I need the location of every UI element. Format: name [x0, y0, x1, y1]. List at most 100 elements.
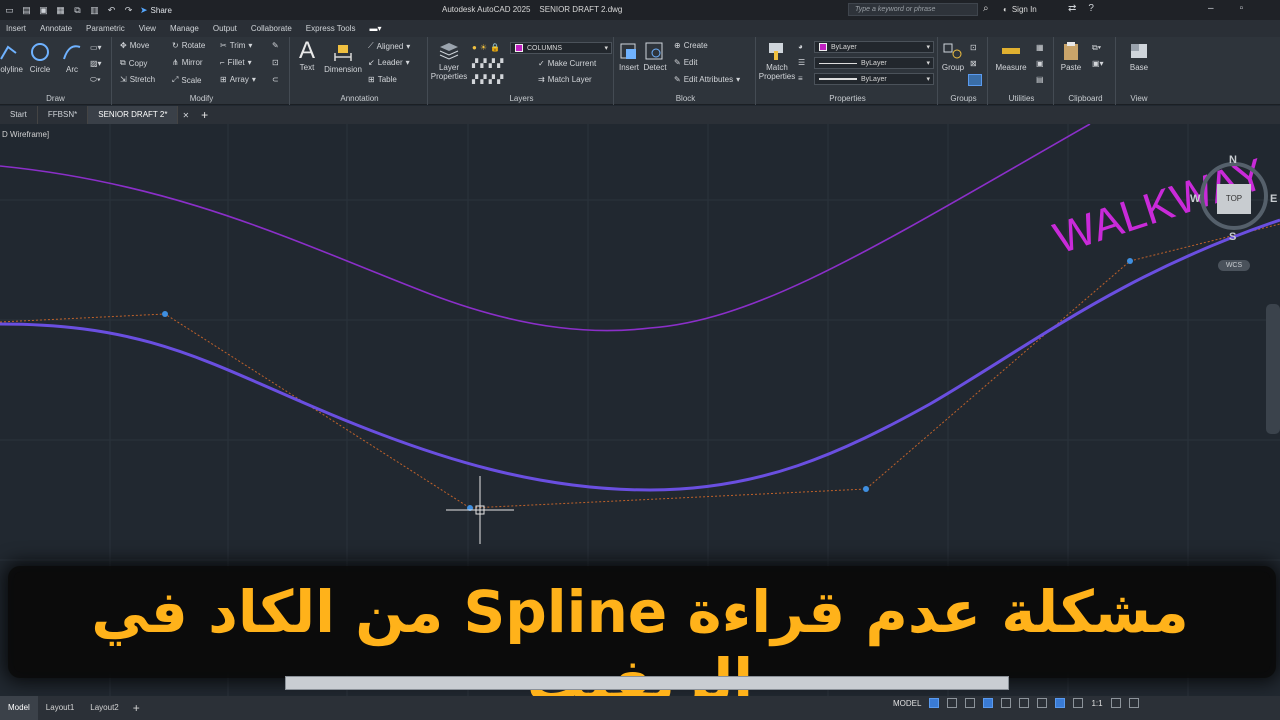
polar-toggle-icon[interactable] [983, 698, 994, 708]
match-layer-button[interactable]: ⇉ Match Layer [538, 75, 592, 84]
spline-grip[interactable] [162, 311, 168, 317]
group-selection-toggle[interactable] [968, 74, 982, 86]
groups-panel-title[interactable]: Groups [940, 94, 987, 103]
aligned-dimension-button[interactable]: ⟋ Aligned ▾ [368, 41, 410, 51]
group-edit-icon[interactable]: ⊠ [970, 59, 977, 68]
edit-attributes-button[interactable]: ✎ Edit Attributes ▾ [674, 75, 740, 84]
properties-panel-title[interactable]: Properties [758, 94, 937, 103]
redo-icon[interactable]: ↷ [123, 5, 134, 15]
tab-annotate[interactable]: Annotate [40, 24, 72, 33]
tab-output[interactable]: Output [213, 24, 237, 33]
modify-panel-title[interactable]: Modify [114, 94, 289, 103]
table-button[interactable]: ⊞ Table [368, 75, 397, 84]
stretch-button[interactable]: ⇲ Stretch [120, 75, 155, 84]
tab-manage[interactable]: Manage [170, 24, 199, 33]
erase-icon[interactable]: ✎ [272, 41, 279, 50]
measure-button[interactable]: Measure [988, 41, 1034, 72]
tab-view[interactable]: View [139, 24, 156, 33]
paste-button[interactable]: Paste [1048, 41, 1094, 72]
minimize-icon[interactable]: – [1208, 3, 1214, 14]
block-panel-title[interactable]: Block [616, 94, 755, 103]
tab-senior-draft[interactable]: SENIOR DRAFT 2* [88, 106, 179, 124]
annotation-panel-title[interactable]: Annotation [292, 94, 427, 103]
viewcube[interactable]: TOP N S E W [1190, 154, 1277, 243]
utilities-panel-title[interactable]: Utilities [990, 94, 1053, 103]
print-icon[interactable]: ▥ [89, 5, 100, 15]
compass-west[interactable]: W [1190, 193, 1200, 205]
undo-icon[interactable]: ↶ [106, 5, 117, 15]
annotation-visibility-icon[interactable] [1055, 698, 1066, 708]
tab-model[interactable]: Model [0, 696, 38, 720]
make-current-button[interactable]: ✓ Make Current [538, 59, 596, 68]
navigation-bar[interactable] [1266, 304, 1280, 434]
trim-button[interactable]: ✂ Trim ▾ [220, 41, 252, 50]
tab-express-tools[interactable]: Express Tools [306, 24, 356, 33]
app-store-icon[interactable]: ⇄ [1068, 3, 1076, 14]
maximize-icon[interactable]: ▫ [1240, 3, 1244, 14]
cut-icon[interactable]: ▣▾ [1092, 59, 1104, 68]
detect-button[interactable]: Detect [632, 41, 678, 72]
layers-panel-title[interactable]: Layers [430, 94, 613, 103]
command-line-input[interactable] [285, 676, 1009, 690]
lineweight-toggle-icon[interactable] [1019, 698, 1030, 708]
dimension-button[interactable]: Dimension [320, 41, 366, 74]
snap-toggle-icon[interactable] [947, 698, 958, 708]
edit-block-button[interactable]: ✎ Edit [674, 58, 698, 67]
osnap-toggle-icon[interactable] [1001, 698, 1012, 708]
mirror-button[interactable]: ⋔ Mirror [172, 58, 203, 67]
copy-clip-icon[interactable]: ⧉▾ [1092, 43, 1101, 53]
id-point-icon[interactable]: ▣ [1036, 59, 1044, 68]
sign-in-button[interactable]: ◐ Sign In [1003, 5, 1037, 14]
base-view-button[interactable]: Base [1116, 41, 1162, 72]
array-button[interactable]: ⊞ Array ▾ [220, 75, 256, 84]
workspace-switch-icon[interactable] [1110, 698, 1121, 708]
search-icon[interactable]: ⌕ [983, 3, 989, 14]
ellipse-icon[interactable]: ⬭▾ [90, 75, 101, 85]
new-tab-icon[interactable]: + [193, 108, 216, 122]
compass-south[interactable]: S [1229, 231, 1236, 243]
tab-ffbsn[interactable]: FFBSN* [38, 106, 89, 124]
open-file-icon[interactable]: ▤ [21, 5, 32, 15]
scale-button[interactable]: ⤢ Scale [172, 75, 201, 85]
auto-scale-icon[interactable] [1073, 698, 1084, 708]
move-button[interactable]: ✥ Move [120, 41, 149, 50]
tab-start[interactable]: Start [0, 106, 38, 124]
compass-east[interactable]: E [1270, 193, 1277, 205]
upper-purple-polyline[interactable] [0, 124, 1091, 332]
model-space-button[interactable]: MODEL [893, 699, 921, 708]
ungroup-icon[interactable]: ⊡ [970, 43, 977, 52]
create-block-button[interactable]: ⊕ Create [674, 41, 708, 50]
offset-icon[interactable]: ⊂ [272, 75, 279, 84]
explode-icon[interactable]: ⊡ [272, 58, 279, 67]
tab-insert[interactable]: Insert [6, 24, 26, 33]
match-properties-button[interactable]: Match Properties [754, 41, 800, 81]
save-icon[interactable]: ▣ [38, 5, 49, 15]
layer-dropdown[interactable]: COLUMNS ▾ [510, 42, 612, 54]
share-button[interactable]: ➤ Share [140, 5, 172, 16]
selected-spline[interactable] [0, 218, 1280, 492]
compass-north[interactable]: N [1229, 154, 1237, 166]
fillet-button[interactable]: ⌐ Fillet ▾ [220, 58, 252, 67]
tab-parametric[interactable]: Parametric [86, 24, 125, 33]
new-file-icon[interactable]: ▭ [4, 5, 15, 15]
hatch-icon[interactable]: ▨▾ [90, 59, 102, 68]
web-mobile-icon[interactable]: ⧉ [72, 5, 83, 15]
save-as-icon[interactable]: ▦ [55, 5, 66, 15]
ortho-toggle-icon[interactable] [965, 698, 976, 708]
quick-calc-icon[interactable]: ▤ [1036, 75, 1044, 84]
leader-button[interactable]: ↙ Leader ▾ [368, 58, 410, 67]
close-tab-icon[interactable]: ✕ [178, 111, 193, 120]
color-dropdown[interactable]: ByLayer ▾ [814, 41, 934, 53]
tab-layout1[interactable]: Layout1 [38, 696, 82, 720]
layer-tools-row2[interactable]: ▞ ▞ ▞ ▞ [472, 75, 503, 84]
spline-grip[interactable] [1127, 258, 1133, 264]
rotate-button[interactable]: ↻ Rotate [172, 41, 205, 50]
tab-layout2[interactable]: Layout2 [82, 696, 126, 720]
draw-panel-title[interactable]: Draw [0, 94, 111, 103]
view-panel-title[interactable]: View [1118, 94, 1160, 103]
layer-state-icons[interactable]: ● ☀ 🔒 [472, 43, 500, 52]
layer-properties-button[interactable]: Layer Properties [426, 41, 472, 81]
layer-tools-row1[interactable]: ▞ ▞ ▞ ▞ [472, 59, 503, 68]
copy-button[interactable]: ⧉ Copy [120, 58, 147, 68]
arc-button[interactable]: Arc [49, 41, 95, 74]
